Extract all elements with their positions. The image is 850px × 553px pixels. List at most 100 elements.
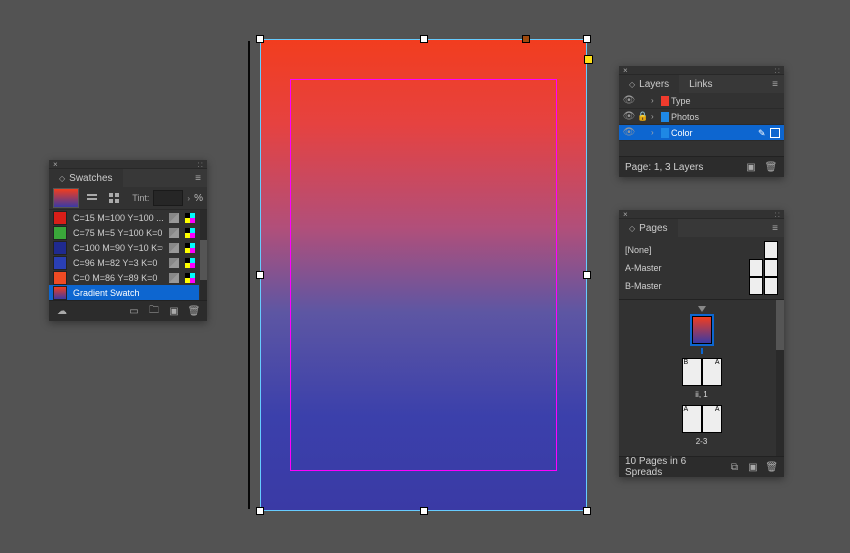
panel-grip[interactable]: × :: xyxy=(619,66,784,75)
resize-handle-bl[interactable] xyxy=(256,507,264,515)
master-thumb[interactable] xyxy=(749,259,763,277)
page-thumb-1[interactable] xyxy=(692,316,712,344)
visibility-icon[interactable]: 👁 xyxy=(623,95,635,107)
swatch-name: Gradient Swatch xyxy=(73,288,195,298)
tab-links[interactable]: Links xyxy=(679,75,722,93)
scrollbar-thumb[interactable] xyxy=(776,300,784,350)
master-thumb[interactable] xyxy=(764,259,778,277)
masters-list[interactable]: [None] A-Master B-Master xyxy=(619,237,784,300)
new-group-icon[interactable]: ▭ xyxy=(127,304,141,318)
visibility-icon[interactable]: 👁 xyxy=(623,111,635,123)
swatch-chip xyxy=(53,286,67,300)
master-row[interactable]: B-Master xyxy=(625,277,778,295)
layer-name: Color xyxy=(671,128,756,138)
page-thumb[interactable]: A xyxy=(702,358,722,386)
panel-menu-button[interactable]: ≡ xyxy=(766,75,784,93)
trash-icon[interactable]: 🗑 xyxy=(765,460,778,474)
master-name: [None] xyxy=(625,245,763,255)
tab-layers[interactable]: ◇Layers xyxy=(619,75,679,93)
swatch-chip xyxy=(53,271,67,285)
resize-handle-tl[interactable] xyxy=(256,35,264,43)
master-row[interactable]: [None] xyxy=(625,241,778,259)
layer-name: Photos xyxy=(671,112,780,122)
panel-menu-button[interactable]: ≡ xyxy=(766,219,784,237)
fill-proxy[interactable] xyxy=(53,188,79,208)
trash-icon[interactable]: 🗑 xyxy=(764,160,778,174)
resize-handle-bc[interactable] xyxy=(420,507,428,515)
master-thumb[interactable] xyxy=(749,277,763,295)
pages-panel[interactable]: × :: ◇Pages ≡ [None] A-Master B-Master B… xyxy=(619,210,784,477)
resize-handle-ml[interactable] xyxy=(256,271,264,279)
folder-icon[interactable]: 🗀 xyxy=(147,304,161,318)
resize-handle-br[interactable] xyxy=(583,507,591,515)
layers-panel[interactable]: × :: ◇Layers Links ≡ 👁 › Type 👁🔒 › Photo… xyxy=(619,66,784,177)
disclosure-icon[interactable]: › xyxy=(651,96,659,105)
resize-handle-tr[interactable] xyxy=(583,35,591,43)
swatch-list[interactable]: C=15 M=100 Y=100 ... C=75 M=5 Y=100 K=0 … xyxy=(49,210,207,300)
new-page-icon[interactable]: ▣ xyxy=(747,460,760,474)
new-swatch-icon[interactable]: ▣ xyxy=(167,304,181,318)
swatch-row[interactable]: C=100 M=90 Y=10 K=0 xyxy=(49,240,199,255)
lock-slot[interactable] xyxy=(637,95,649,107)
collapse-icon[interactable]: :: xyxy=(198,160,204,169)
chevron-right-icon[interactable]: › xyxy=(187,194,190,203)
tint-input[interactable] xyxy=(153,190,183,206)
layers-list[interactable]: 👁 › Type 👁🔒 › Photos 👁 › Color ✎ xyxy=(619,93,784,156)
scrollbar-thumb[interactable] xyxy=(200,240,207,280)
swatch-row[interactable]: C=96 M=82 Y=3 K=0 xyxy=(49,255,199,270)
content-grabber[interactable] xyxy=(584,55,593,64)
panel-menu-button[interactable]: ≡ xyxy=(189,169,207,187)
swatches-panel[interactable]: × :: ◇Swatches ≡ Tint: › % C=15 M=100 Y=… xyxy=(49,160,207,321)
master-row[interactable]: A-Master xyxy=(625,259,778,277)
close-icon[interactable]: × xyxy=(623,210,628,219)
pages-status: 10 Pages in 6 Spreads xyxy=(625,456,716,478)
pages-list[interactable]: B A ii, 1 A A 2-3 xyxy=(619,300,784,456)
master-thumb[interactable] xyxy=(764,241,778,259)
cloud-icon[interactable]: ☁ xyxy=(55,304,69,318)
layer-row[interactable]: 👁 › Type xyxy=(619,93,784,109)
layer-row[interactable]: 👁🔒 › Photos xyxy=(619,109,784,125)
swatch-name: C=0 M=86 Y=89 K=0 xyxy=(73,273,163,283)
page-size-icon[interactable]: ⧉ xyxy=(728,460,741,474)
disclosure-icon[interactable]: › xyxy=(651,128,659,137)
panel-grip[interactable]: × :: xyxy=(619,210,784,219)
swatch-row[interactable]: C=75 M=5 Y=100 K=0 xyxy=(49,225,199,240)
grid-view-button[interactable] xyxy=(105,189,123,207)
lock-icon[interactable]: 🔒 xyxy=(637,111,649,123)
close-icon[interactable]: × xyxy=(623,66,628,75)
document-canvas[interactable] xyxy=(260,39,587,511)
page-thumb[interactable]: A xyxy=(682,405,702,433)
tab-swatches[interactable]: ◇Swatches xyxy=(49,169,123,187)
disclosure-icon[interactable]: › xyxy=(651,112,659,121)
page-thumb[interactable]: A xyxy=(702,405,722,433)
tab-label: Links xyxy=(689,79,712,90)
page-label: ii, 1 xyxy=(695,390,707,399)
collapse-icon[interactable]: :: xyxy=(775,210,781,219)
tab-pages[interactable]: ◇Pages xyxy=(619,219,678,237)
master-thumb[interactable] xyxy=(764,277,778,295)
swatch-row[interactable]: C=15 M=100 Y=100 ... xyxy=(49,210,199,225)
badge-icon xyxy=(169,228,179,238)
page-thumb[interactable]: B xyxy=(682,358,702,386)
swatch-row[interactable]: C=0 M=86 Y=89 K=0 xyxy=(49,270,199,285)
trash-icon[interactable]: 🗑 xyxy=(187,304,201,318)
cmyk-icon xyxy=(185,228,195,238)
swatch-row-selected[interactable]: Gradient Swatch xyxy=(49,285,199,300)
swatch-chip xyxy=(53,241,67,255)
list-view-button[interactable] xyxy=(83,189,101,207)
resize-handle-mr[interactable] xyxy=(583,271,591,279)
reference-point[interactable] xyxy=(522,35,530,43)
collapse-icon[interactable]: :: xyxy=(775,66,781,75)
visibility-icon[interactable]: 👁 xyxy=(623,127,635,139)
resize-handle-tc[interactable] xyxy=(420,35,428,43)
layer-row-selected[interactable]: 👁 › Color ✎ xyxy=(619,125,784,141)
swatches-toolbar: Tint: › % xyxy=(49,187,207,210)
badge-icon xyxy=(169,258,179,268)
section-marker-icon[interactable] xyxy=(698,306,706,312)
lock-slot[interactable] xyxy=(637,127,649,139)
panel-grip[interactable]: × :: xyxy=(49,160,207,169)
close-icon[interactable]: × xyxy=(53,160,58,169)
layer-color xyxy=(661,128,669,138)
new-layer-icon[interactable]: ▣ xyxy=(744,160,758,174)
selection-indicator[interactable] xyxy=(770,128,780,138)
